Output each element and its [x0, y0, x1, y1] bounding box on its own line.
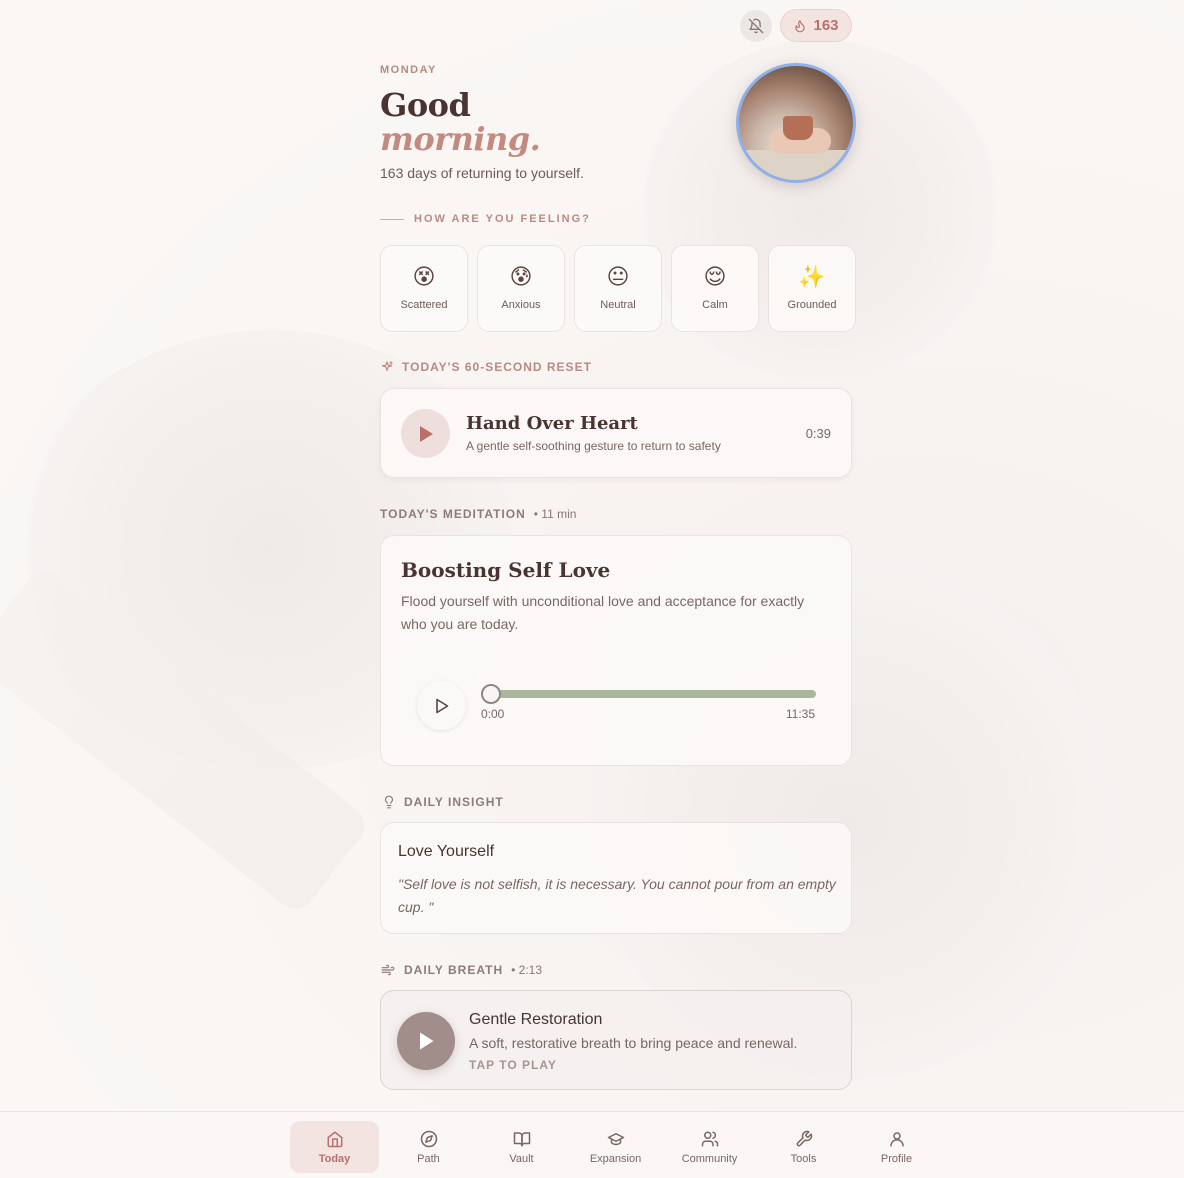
users-icon — [701, 1131, 718, 1146]
divider — [380, 218, 404, 220]
insight-section-label: DAILY INSIGHT — [382, 795, 504, 809]
mood-label: Neutral — [600, 298, 636, 311]
reset-play-button[interactable] — [401, 409, 450, 458]
greeting-line-2: morning. — [380, 120, 541, 158]
mood-section-label: HOW ARE YOU FEELING? — [380, 213, 591, 225]
compass-icon — [420, 1130, 437, 1147]
breath-title: Gentle Restoration — [469, 1011, 603, 1028]
meditation-section-label: TODAY'S MEDITATION • 11 min — [380, 507, 576, 521]
meditation-title: Boosting Self Love — [401, 558, 611, 582]
mood-option-anxious[interactable]: 😰 Anxious — [477, 245, 565, 332]
meditation-current-time: 0:00 — [481, 707, 505, 721]
user-icon — [889, 1131, 904, 1146]
notifications-off-button[interactable] — [740, 10, 772, 42]
reset-heading: TODAY'S 60-SECOND RESET — [402, 360, 592, 374]
meditation-card: Boosting Self Love Flood yourself with u… — [380, 535, 852, 766]
meditation-progress-handle[interactable] — [481, 684, 501, 704]
meditation-description: Flood yourself with unconditional love a… — [401, 593, 805, 632]
meditation-progress-track[interactable] — [481, 690, 816, 698]
dizzy-face-icon: 😵 — [412, 264, 436, 290]
breath-heading: DAILY BREATH — [404, 963, 504, 977]
breath-card[interactable]: Gentle Restoration A soft, restorative b… — [380, 990, 852, 1090]
mood-label: Calm — [702, 298, 728, 311]
neutral-face-icon: 😐 — [606, 264, 630, 290]
play-icon — [419, 425, 433, 442]
home-icon — [327, 1131, 342, 1147]
mood-option-neutral[interactable]: 😐 Neutral — [574, 245, 662, 332]
nav-item-tools[interactable]: Tools — [759, 1121, 848, 1173]
flame-icon — [795, 19, 806, 32]
meditation-heading: TODAY'S MEDITATION — [380, 507, 526, 521]
nav-label: Today — [318, 1152, 351, 1165]
breath-section-label: DAILY BREATH • 2:13 — [380, 963, 542, 977]
reset-card[interactable]: Hand Over Heart A gentle self-soothing g… — [380, 388, 852, 478]
bottom-nav: Today Path Vault Expansion Community Too… — [0, 1111, 1184, 1178]
greeting-subtitle: 163 days of returning to yourself. — [380, 165, 584, 181]
lightbulb-icon — [384, 795, 394, 809]
sparkle-icon — [381, 361, 393, 372]
play-icon — [435, 698, 448, 713]
breath-play-button[interactable] — [397, 1012, 455, 1070]
mood-heading: HOW ARE YOU FEELING? — [414, 213, 591, 225]
meditation-play-button[interactable] — [417, 681, 466, 730]
mood-label: Anxious — [501, 298, 541, 311]
greeting-line-1: Good — [380, 86, 471, 124]
sparkles-icon: ✨ — [798, 264, 826, 290]
insight-title: Love Yourself — [398, 843, 495, 860]
nav-item-expansion[interactable]: Expansion — [571, 1121, 660, 1173]
graduation-cap-icon — [607, 1132, 624, 1145]
tap-to-play-label: TAP TO PLAY — [469, 1058, 557, 1072]
day-label: MONDAY — [380, 64, 437, 76]
mood-label: Grounded — [787, 298, 837, 311]
nav-item-path[interactable]: Path — [384, 1121, 473, 1173]
reset-title: Hand Over Heart — [466, 413, 638, 434]
wrench-icon — [796, 1130, 812, 1146]
reset-duration: 0:39 — [805, 426, 831, 441]
insight-heading: DAILY INSIGHT — [404, 795, 504, 809]
mood-label: Scattered — [400, 298, 448, 311]
nav-label: Community — [681, 1152, 738, 1165]
breath-duration: • 2:13 — [511, 963, 543, 977]
reset-description: A gentle self-soothing gesture to return… — [466, 439, 721, 453]
mood-option-scattered[interactable]: 😵 Scattered — [380, 245, 468, 332]
breath-description: A soft, restorative breath to bring peac… — [469, 1035, 798, 1051]
mood-selector: 😵 Scattered 😰 Anxious 😐 Neutral 😌 Calm ✨… — [380, 245, 856, 332]
anxious-face-icon: 😰 — [509, 264, 533, 290]
reset-section-label: TODAY'S 60-SECOND RESET — [380, 360, 592, 374]
nav-label: Profile — [880, 1152, 913, 1165]
meditation-total-time: 11:35 — [785, 707, 815, 721]
nav-item-community[interactable]: Community — [665, 1121, 754, 1173]
avatar[interactable] — [736, 63, 856, 183]
relieved-face-icon: 😌 — [703, 264, 727, 290]
meditation-duration: • 11 min — [533, 507, 577, 521]
mood-option-grounded[interactable]: ✨ Grounded — [768, 245, 856, 332]
streak-badge[interactable]: 163 — [780, 9, 852, 42]
insight-quote: "Self love is not selfish, it is necessa… — [398, 876, 836, 915]
nav-item-profile[interactable]: Profile — [852, 1121, 941, 1173]
streak-count: 163 — [813, 17, 839, 34]
bell-off-icon — [748, 18, 764, 34]
nav-label: Path — [417, 1152, 440, 1165]
nav-item-vault[interactable]: Vault — [477, 1121, 566, 1173]
nav-label: Vault — [509, 1152, 534, 1165]
nav-item-today[interactable]: Today — [290, 1121, 379, 1173]
mood-option-calm[interactable]: 😌 Calm — [671, 245, 759, 332]
wind-icon — [381, 964, 395, 976]
nav-label: Tools — [790, 1152, 817, 1165]
play-icon — [420, 1032, 434, 1050]
book-icon — [513, 1131, 530, 1146]
nav-label: Expansion — [589, 1152, 642, 1165]
insight-card: Love Yourself "Self love is not selfish,… — [380, 822, 852, 934]
